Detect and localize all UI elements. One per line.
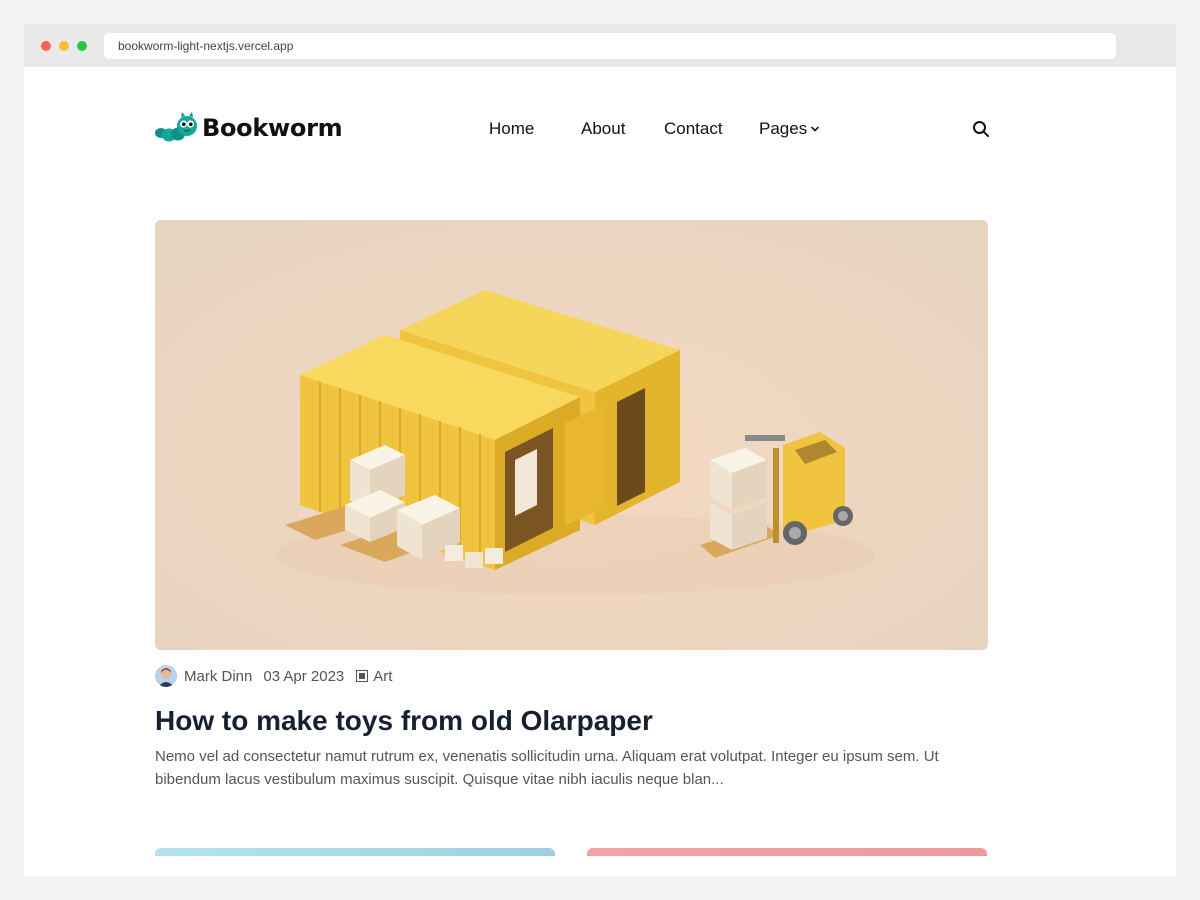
post-card-preview[interactable] (155, 848, 555, 856)
address-bar[interactable]: bookworm-light-nextjs.vercel.app (104, 33, 1116, 59)
close-window-button[interactable] (41, 41, 51, 51)
avatar-image (158, 668, 174, 687)
post-category[interactable]: Art (373, 668, 392, 685)
nav-pages-dropdown[interactable]: Pages (759, 118, 820, 140)
post-title[interactable]: How to make toys from old Olarpaper (155, 703, 653, 739)
featured-post-image[interactable] (155, 220, 988, 650)
search-icon[interactable] (972, 120, 990, 138)
logo-text: Bookworm (202, 114, 343, 142)
browser-toolbar: bookworm-light-nextjs.vercel.app (24, 24, 1176, 67)
post-meta: Mark Dinn 03 Apr 2023 Art (155, 664, 392, 688)
post-date: 03 Apr 2023 (263, 667, 345, 685)
shipping-containers-illustration (155, 220, 988, 650)
chevron-down-icon (811, 126, 820, 132)
site-logo[interactable]: Bookworm (154, 110, 343, 146)
nav-home[interactable]: Home (489, 118, 534, 140)
post-card-preview[interactable] (587, 848, 987, 856)
author-name[interactable]: Mark Dinn (184, 668, 252, 685)
maximize-window-button[interactable] (77, 41, 87, 51)
nav-about[interactable]: About (581, 118, 625, 140)
nav-contact[interactable]: Contact (664, 118, 723, 140)
post-excerpt: Nemo vel ad consectetur namut rutrum ex,… (155, 748, 939, 788)
minimize-window-button[interactable] (59, 41, 69, 51)
category-square-icon (356, 670, 369, 682)
author-avatar[interactable] (155, 665, 177, 687)
nav-pages-label: Pages (759, 119, 808, 138)
bookworm-caterpillar-icon (155, 112, 197, 142)
